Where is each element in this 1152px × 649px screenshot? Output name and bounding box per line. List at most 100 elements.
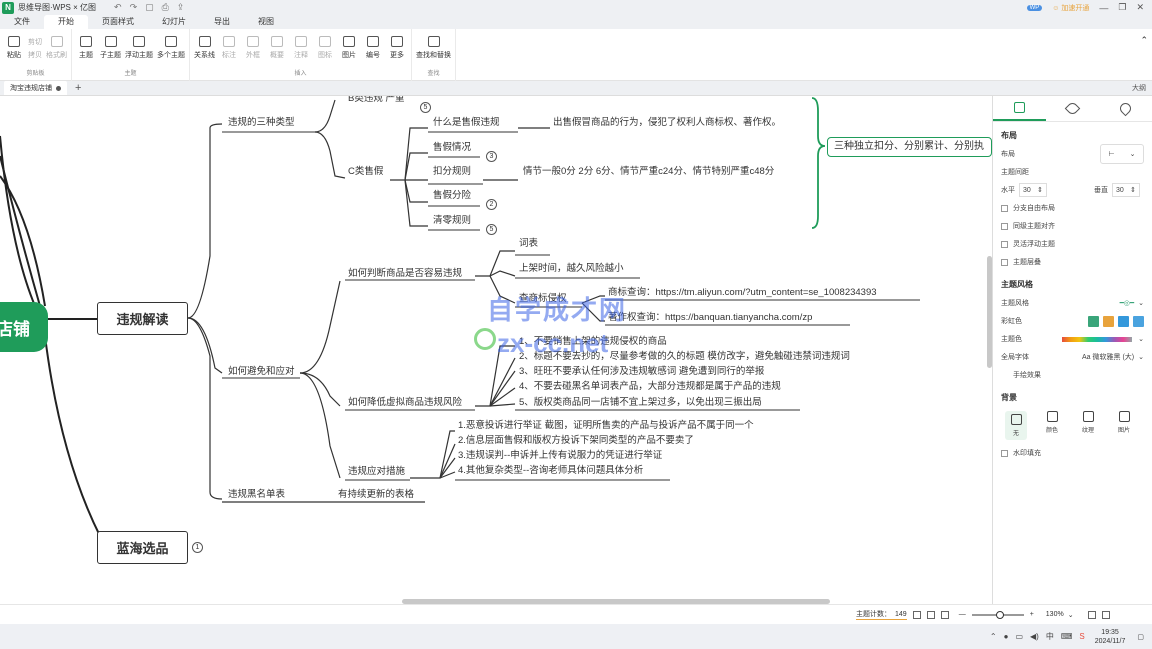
microphone-icon[interactable]: ● — [1004, 632, 1009, 641]
check-stack[interactable]: 主题层叠 — [993, 253, 1152, 271]
restore-icon[interactable]: ❐ — [1118, 2, 1126, 13]
layout-select[interactable]: ⊢ ⌄ — [1100, 144, 1144, 164]
node-c-desc-1[interactable]: 出售假冒商品的行为，侵犯了权利人商标权、著作权。 — [553, 117, 781, 129]
notification-icon[interactable]: ▢ — [1137, 633, 1144, 641]
copy-button[interactable]: 拷贝 — [28, 50, 42, 60]
bg-color[interactable]: 颜色 — [1041, 411, 1063, 440]
swatch-1[interactable] — [1088, 315, 1099, 327]
minimize-icon[interactable]: — — [1099, 3, 1108, 13]
checkbox[interactable] — [1001, 258, 1008, 266]
callout-box[interactable]: 三种独立扣分、分别累计、分别执 — [827, 137, 992, 157]
checkbox[interactable] — [1001, 204, 1008, 212]
check-free-layout[interactable]: 分支自由布局 — [993, 199, 1152, 217]
node-blacklist-child[interactable]: 有持续更新的表格 — [338, 489, 414, 501]
hand-drawn-toggle[interactable]: 手绘效果 — [993, 366, 1152, 384]
tab-page-style[interactable]: 页面样式 — [88, 15, 148, 29]
check-float[interactable]: 灵活浮动主题 — [993, 235, 1152, 253]
style-preview-icon[interactable]: ━◎━ — [1120, 299, 1135, 307]
more-button[interactable]: 更多 — [387, 36, 407, 60]
node-respond-1[interactable]: 1.恶意投诉进行举证 截图，证明所售卖的产品与投诉产品不属于同一个 — [458, 420, 754, 432]
node-respond[interactable]: 违规应对措施 — [348, 466, 405, 478]
check-watermark[interactable]: 水印填充 — [993, 444, 1152, 462]
check-align[interactable]: 同级主题对齐 — [993, 217, 1152, 235]
print-icon[interactable]: ⎙ — [162, 2, 169, 13]
theme-color-picker[interactable] — [1062, 336, 1133, 342]
undo-icon[interactable]: ↶ — [114, 2, 122, 13]
topic-violation[interactable]: 违规解读 — [97, 302, 188, 335]
node-copyright-link[interactable]: 著作权查询：https://banquan.tianyancha.com/zp — [608, 312, 812, 324]
tab-layout[interactable] — [993, 96, 1046, 121]
node-c-child-1[interactable]: 什么是售假违规 — [433, 117, 500, 129]
checkbox[interactable] — [1001, 222, 1008, 230]
summary-button[interactable]: 概要 — [267, 36, 287, 60]
settings-icon[interactable] — [1101, 610, 1110, 619]
node-c-type[interactable]: C类售假 — [348, 166, 383, 178]
zoom-out-icon[interactable]: — — [959, 611, 966, 618]
chevron-down-icon[interactable]: ⌄ — [1138, 353, 1144, 361]
h-spacing-input[interactable]: 30 ⇕ — [1019, 183, 1047, 197]
node-respond-4[interactable]: 4.其他复杂类型--咨询老师具体问题具体分析 — [458, 465, 643, 477]
node-c-desc-2[interactable]: 情节一般0分 2分 6分、情节严重c24分、情节特别严重c48分 — [523, 166, 774, 178]
node-b-type[interactable]: B类违规 严重 — [348, 96, 404, 105]
bg-texture[interactable]: 纹理 — [1077, 411, 1099, 440]
float-topic-button[interactable]: 浮动主题 — [125, 36, 153, 60]
icon-button[interactable]: 图标 — [315, 36, 335, 60]
new-tab-button[interactable]: + — [75, 82, 81, 94]
bg-image[interactable]: 图片 — [1113, 411, 1135, 440]
checkbox[interactable] — [1001, 240, 1008, 248]
node-c-child-3[interactable]: 扣分规则 — [433, 166, 471, 178]
node-c-child-2[interactable]: 售假情况 — [433, 142, 471, 154]
find-replace-button[interactable]: 查找和替换 — [416, 36, 451, 60]
cut-button[interactable]: 剪切 — [28, 37, 42, 47]
v-spacing-input[interactable]: 30 ⇕ — [1112, 183, 1140, 197]
avatar[interactable]: WP — [1026, 4, 1043, 11]
chevron-down-icon[interactable]: ⌄ — [1138, 299, 1144, 307]
number-button[interactable]: 编号 — [363, 36, 383, 60]
tab-style[interactable] — [1046, 96, 1099, 121]
chevron-down-icon[interactable]: ⌄ — [1068, 611, 1074, 619]
font-select[interactable]: Aa 微软雅黑 (大) — [1082, 352, 1134, 362]
root-topic[interactable]: 店铺 — [0, 302, 48, 352]
node-lower-3[interactable]: 3、旺旺不要承认任何涉及违规敏感词 避免遭到同行的举报 — [519, 366, 764, 378]
tab-marker[interactable] — [1099, 96, 1152, 121]
node-judge[interactable]: 如何判断商品是否容易违规 — [348, 268, 462, 280]
bg-none[interactable]: 无 — [1005, 411, 1027, 440]
node-blacklist[interactable]: 违规黑名单表 — [228, 489, 285, 501]
tag-button[interactable]: 标注 — [219, 36, 239, 60]
node-lower-4[interactable]: 4、不要去碰黑名单词表产品，大部分违规都是属于产品的违规 — [519, 381, 781, 393]
fullscreen-icon[interactable] — [926, 610, 935, 619]
node-judge-1[interactable]: 词表 — [519, 238, 538, 250]
tab-view[interactable]: 视图 — [244, 15, 288, 29]
node-respond-2[interactable]: 2.信息层面售假和版权方投诉下架同类型的产品不要卖了 — [458, 435, 694, 447]
presentation-icon[interactable] — [940, 610, 949, 619]
mindmap-canvas[interactable]: 店铺 违规解读 蓝海选品 1 违规的三种类型 B类违规 严重 5 C类售假 什么… — [0, 96, 992, 604]
outline-box-button[interactable]: 外框 — [243, 36, 263, 60]
wps-tray-icon[interactable]: S — [1079, 632, 1084, 641]
sub-topic-button[interactable]: 子主题 — [100, 36, 121, 60]
vip-link[interactable]: ☺ 加速开通 — [1052, 3, 1089, 13]
node-lower-5[interactable]: 5、版权类商品同一店铺不宜上架过多，以免出现三振出局 — [519, 397, 762, 409]
tab-slides[interactable]: 幻灯片 — [148, 15, 200, 29]
ime-indicator[interactable]: 中 — [1046, 631, 1054, 642]
ribbon-collapse[interactable]: ⌃ — [1136, 29, 1152, 52]
export-icon[interactable]: ⇪ — [177, 2, 185, 13]
redo-icon[interactable]: ↷ — [130, 2, 138, 13]
clock[interactable]: 19:35 2024/11/7 — [1095, 628, 1126, 646]
chevron-up-icon[interactable]: ⌃ — [990, 632, 997, 641]
swatch-3[interactable] — [1118, 315, 1129, 327]
zoom-knob[interactable] — [995, 610, 1004, 619]
fit-screen-icon[interactable] — [912, 610, 921, 619]
tab-file[interactable]: 文件 — [0, 15, 44, 29]
zoom-slider[interactable] — [971, 610, 1024, 619]
note-button[interactable]: 注释 — [291, 36, 311, 60]
zoom-in-icon[interactable]: + — [1030, 611, 1034, 618]
image-button[interactable]: 图片 — [339, 36, 359, 60]
volume-icon[interactable]: ◀) — [1030, 632, 1039, 641]
expand-icon[interactable] — [1087, 610, 1096, 619]
chevron-down-icon[interactable]: ⌄ — [1138, 335, 1144, 343]
node-respond-3[interactable]: 3.违规误判--申诉并上传有说服力的凭证进行举证 — [458, 450, 662, 462]
doc-tab[interactable]: 淘宝违规店铺 — [4, 81, 67, 95]
close-icon[interactable]: ✕ — [1136, 2, 1144, 13]
outline-button[interactable]: 大纲 — [1132, 83, 1146, 93]
relation-button[interactable]: 关系线 — [194, 36, 215, 60]
